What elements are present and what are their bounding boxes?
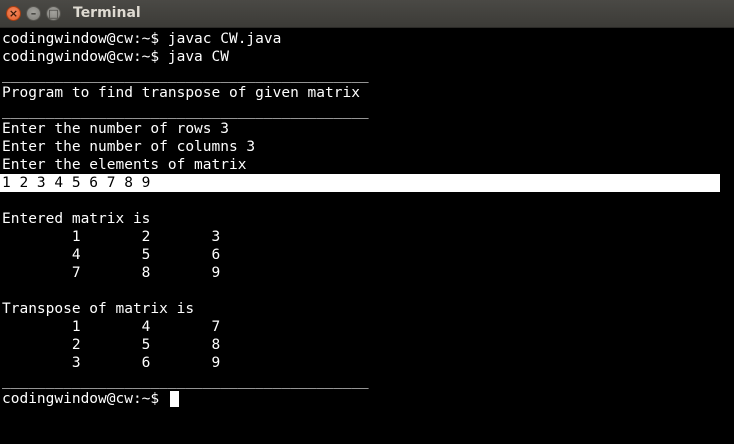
matrix-row: 1 2 3 [2, 229, 221, 245]
selected-input-line[interactable]: 1 2 3 4 5 6 7 8 9 [0, 174, 720, 192]
matrix-row: 2 5 8 [2, 337, 221, 353]
program-heading: Program to find transpose of given matri… [2, 85, 360, 101]
window-title: Terminal [73, 5, 141, 21]
maximize-icon[interactable]: □ [46, 6, 61, 21]
prompt-text: codingwindow@cw:~$ [2, 391, 168, 407]
title-bar[interactable]: × – □ Terminal [0, 0, 734, 28]
matrix-row: 3 6 9 [2, 355, 221, 371]
terminal-output: codingwindow@cw:~$ javac CW.java codingw… [0, 30, 720, 408]
terminal-line: Transpose of matrix is [2, 301, 195, 317]
matrix-row: 7 8 9 [2, 265, 221, 281]
text-cursor [169, 391, 179, 407]
terminal-line: Enter the number of rows 3 [2, 121, 229, 137]
matrix-row: 4 5 6 [2, 247, 221, 263]
minimize-icon[interactable]: – [26, 6, 41, 21]
separator-line: ________________________________________… [2, 373, 369, 389]
matrix-row: 1 4 7 [2, 319, 221, 335]
scrollbar[interactable] [720, 28, 734, 444]
terminal-line: codingwindow@cw:~$ java CW [2, 49, 229, 65]
terminal-line: codingwindow@cw:~$ javac CW.java [2, 31, 282, 47]
separator-line: ________________________________________… [2, 103, 369, 119]
prompt-line[interactable]: codingwindow@cw:~$ [2, 390, 720, 408]
separator-line: ________________________________________… [2, 67, 369, 83]
terminal-window: × – □ Terminal codingwindow@cw:~$ javac … [0, 0, 734, 444]
terminal-line: Enter the elements of matrix [2, 157, 247, 173]
terminal-line: Enter the number of columns 3 [2, 139, 256, 155]
terminal-area[interactable]: codingwindow@cw:~$ javac CW.java codingw… [0, 28, 734, 444]
close-icon[interactable]: × [6, 6, 21, 21]
terminal-line: Entered matrix is [2, 211, 151, 227]
